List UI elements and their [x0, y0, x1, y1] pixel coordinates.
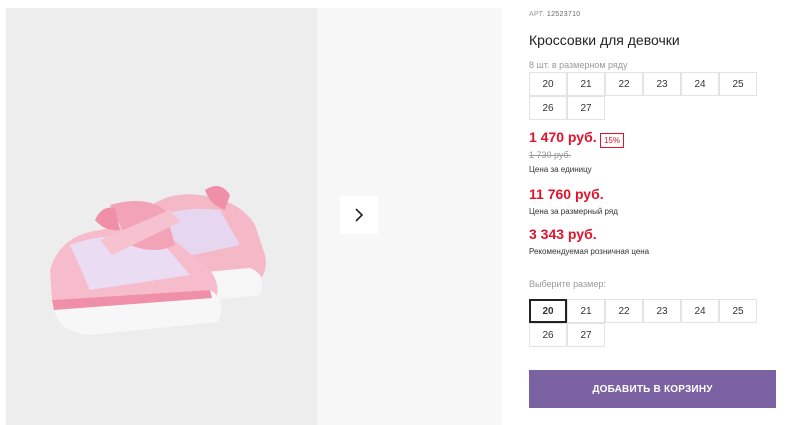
unit-price-caption: Цена за единицу	[529, 165, 592, 174]
size-row-cell: 26	[529, 96, 567, 120]
article-label: АРТ.	[529, 11, 545, 18]
size-row-grid: 20 21 22 23 24 25 26 27	[529, 72, 758, 121]
size-row-cell: 22	[605, 72, 643, 96]
choose-size-label: Выберите размер:	[529, 279, 606, 289]
discount-badge: 15%	[600, 133, 624, 148]
size-option[interactable]: 26	[529, 323, 567, 347]
sneakers-image	[50, 186, 266, 335]
size-row-cell: 25	[719, 72, 757, 96]
size-option[interactable]: 22	[605, 299, 643, 323]
retail-price: 3 343 руб.	[529, 226, 597, 242]
size-row-cell: 24	[681, 72, 719, 96]
size-option[interactable]: 27	[567, 323, 605, 347]
product-gallery	[0, 0, 502, 425]
chevron-right-icon	[355, 208, 364, 222]
size-row-quantity-note: 8 шт. в размерном ряду	[529, 60, 628, 70]
size-row-cell: 23	[643, 72, 681, 96]
size-row-price-caption: Цена за размерный ряд	[529, 207, 618, 216]
size-row-cell: 20	[529, 72, 567, 96]
unit-price: 1 470 руб.	[529, 129, 597, 145]
size-option[interactable]: 23	[643, 299, 681, 323]
retail-price-caption: Рекомендуемая розничная цена	[529, 247, 650, 256]
size-row-cell: 27	[567, 96, 605, 120]
size-row-cell: 21	[567, 72, 605, 96]
article-number: АРТ. 12523710	[529, 11, 580, 18]
article-value: 12523710	[546, 11, 581, 18]
old-price: 1 730 руб.	[529, 150, 572, 160]
add-to-cart-button[interactable]: ДОБАВИТЬ В КОРЗИНУ	[529, 370, 776, 408]
size-row-price: 11 760 руб.	[529, 186, 604, 202]
product-image[interactable]	[6, 8, 317, 425]
size-option-selected[interactable]: 20	[529, 299, 567, 323]
gallery-next-button[interactable]	[340, 196, 378, 234]
size-option[interactable]: 24	[681, 299, 719, 323]
size-option[interactable]: 21	[567, 299, 605, 323]
size-option[interactable]: 25	[719, 299, 757, 323]
size-selector: 20 21 22 23 24 25 26 27	[529, 299, 758, 348]
product-title: Кроссовки для девочки	[529, 32, 680, 48]
